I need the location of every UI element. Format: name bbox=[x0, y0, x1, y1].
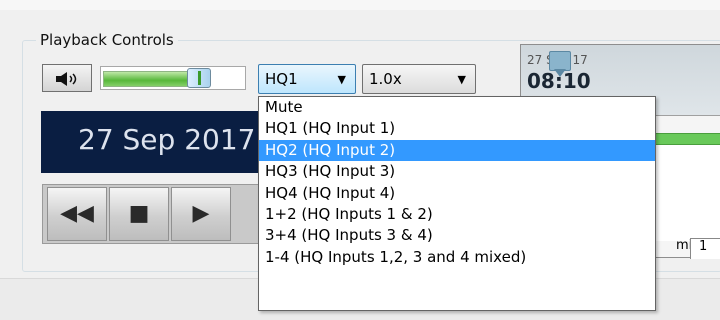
rewind-button[interactable]: ◀◀ bbox=[47, 187, 107, 241]
tab-1-label: 1 bbox=[699, 239, 708, 254]
menu-item-2[interactable]: HQ2 (HQ Input 2) bbox=[259, 139, 655, 162]
speed-select[interactable]: 1.0x ▼ bbox=[362, 64, 476, 94]
menu-item-0[interactable]: Mute bbox=[259, 97, 655, 118]
speed-select-value: 1.0x bbox=[369, 70, 402, 88]
menu-item-5[interactable]: 1+2 (HQ Inputs 1 & 2) bbox=[259, 204, 655, 225]
top-strip bbox=[0, 0, 720, 10]
menu-item-4[interactable]: HQ4 (HQ Input 4) bbox=[259, 183, 655, 204]
menu-item-6[interactable]: 3+4 (HQ Inputs 3 & 4) bbox=[259, 225, 655, 246]
play-icon: ▶ bbox=[192, 201, 210, 226]
transport-controls: ◀◀ ■ ▶ bbox=[42, 184, 262, 244]
stop-icon: ■ bbox=[128, 201, 150, 226]
volume-thumb[interactable] bbox=[187, 68, 211, 88]
menu-item-7[interactable]: 1-4 (HQ Inputs 1,2, 3 and 4 mixed) bbox=[259, 247, 655, 268]
group-title: Playback Controls bbox=[36, 31, 178, 49]
channel-dropdown-menu: Mute HQ1 (HQ Input 1) HQ2 (HQ Input 2) HQ3 … bbox=[258, 96, 656, 311]
chevron-down-icon: ▼ bbox=[337, 73, 346, 86]
volume-slider[interactable] bbox=[100, 66, 246, 90]
speaker-icon bbox=[56, 72, 77, 86]
menu-item-3[interactable]: HQ3 (HQ Input 3) bbox=[259, 161, 655, 182]
channel-select-value: HQ1 bbox=[265, 70, 298, 88]
rewind-icon: ◀◀ bbox=[60, 201, 94, 226]
chevron-down-icon: ▼ bbox=[457, 73, 466, 86]
speaker-button[interactable] bbox=[42, 64, 92, 92]
channel-select[interactable]: HQ1 ▼ bbox=[258, 64, 356, 94]
playhead-marker-icon[interactable] bbox=[549, 51, 571, 77]
play-button[interactable]: ▶ bbox=[171, 187, 231, 241]
stop-button[interactable]: ■ bbox=[109, 187, 169, 241]
volume-fill bbox=[103, 71, 189, 87]
menu-item-1[interactable]: HQ1 (HQ Input 1) bbox=[259, 118, 655, 139]
tab-1[interactable]: 1 bbox=[690, 238, 720, 259]
date-display: 27 Sep 2017 bbox=[41, 111, 261, 173]
